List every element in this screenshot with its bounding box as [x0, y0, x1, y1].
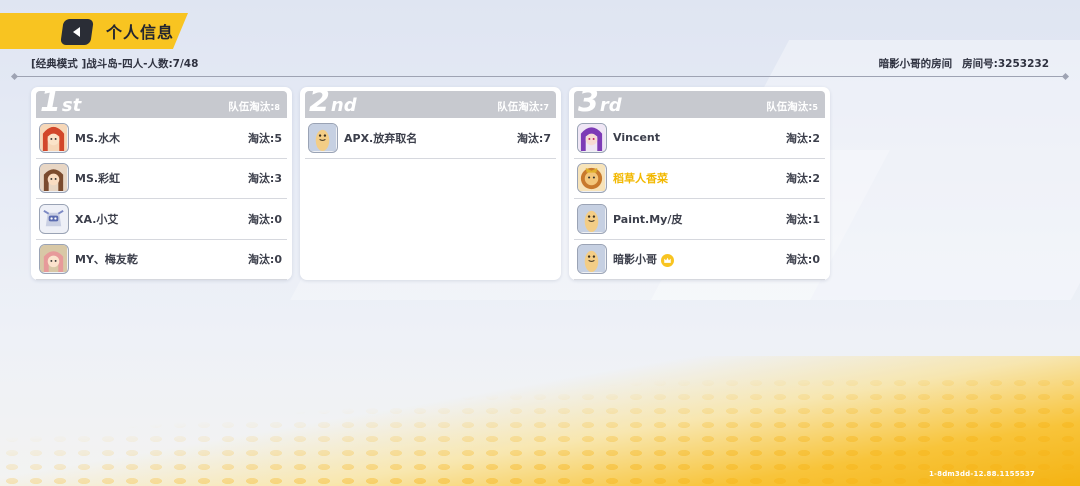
rank-number: 1 [40, 91, 61, 118]
player-eliminations: 淘汰:0 [247, 253, 282, 267]
player-row[interactable]: MS.水木 淘汰:5 [36, 118, 287, 159]
player-name: Paint.My/皮 [613, 212, 683, 226]
player-list: APX.放弃取名 淘汰:7 [305, 118, 556, 159]
team-eliminations: 队伍淘汰:5 [766, 99, 818, 114]
back-arrow-icon [73, 27, 80, 37]
player-eliminations: 淘汰:2 [785, 172, 820, 186]
team-eliminations-label: 队伍淘汰: [766, 101, 813, 113]
back-button[interactable] [60, 19, 94, 45]
team-card-3: 3rd 队伍淘汰:5 Vincent 淘汰:2 稻草人香菜 淘汰:2 Paint.My/皮淘… [569, 87, 830, 280]
room-number: 房间号:3253232 [962, 58, 1049, 70]
game-mode-info: [经典模式 ]战斗岛-四人-人数:7/48 [31, 58, 199, 70]
purplehair-avatar[interactable] [577, 122, 607, 153]
team-rank: 1st [40, 91, 81, 117]
lion-avatar[interactable] [577, 163, 607, 194]
team-rank: 2nd [309, 91, 357, 117]
team-eliminations-label: 队伍淘汰: [497, 101, 544, 113]
player-list: Vincent 淘汰:2 稻草人香菜 淘汰:2 Paint.My/皮 淘汰:1 暗影小哥 淘汰… [574, 118, 825, 280]
player-row[interactable]: Vincent 淘汰:2 [574, 118, 825, 159]
robot-avatar[interactable] [39, 203, 69, 234]
player-row[interactable]: 稻草人香菜 淘汰:2 [574, 159, 825, 199]
default-bean-avatar[interactable] [308, 122, 338, 153]
player-name: 稻草人香菜 [613, 172, 668, 186]
player-row[interactable]: MS.彩虹 淘汰:3 [36, 159, 287, 199]
player-name: XA.小艾 [75, 212, 119, 226]
player-name: MY、梅友乾 [75, 253, 138, 267]
player-name: MS.水木 [75, 131, 121, 145]
player-row[interactable]: 暗影小哥 淘汰:0 [574, 240, 825, 280]
rank-suffix: rd [599, 95, 622, 116]
team-header: 3rd 队伍淘汰:5 [574, 91, 825, 118]
divider [14, 76, 1066, 77]
player-list: MS.水木 淘汰:5 MS.彩虹 淘汰:3 XA.小艾 淘汰:0 MY、梅友乾 淘汰:0 [36, 118, 287, 280]
team-header: 1st 队伍淘汰:8 [36, 91, 287, 118]
team-eliminations-value: 5 [812, 103, 818, 112]
team-eliminations: 队伍淘汰:8 [228, 99, 280, 114]
player-row[interactable]: Paint.My/皮 淘汰:1 [574, 199, 825, 240]
rank-number: 3 [578, 91, 599, 118]
player-name: APX.放弃取名 [344, 131, 418, 145]
rank-number: 2 [309, 91, 330, 118]
team-eliminations: 队伍淘汰:7 [497, 99, 549, 114]
crown-badge-icon [661, 253, 674, 267]
team-card-1: 1st 队伍淘汰:8 MS.水木 淘汰:5 MS.彩虹 淘汰:3 XA.小艾 淘汰:0 MY、梅… [31, 87, 292, 280]
player-eliminations: 淘汰:0 [247, 212, 282, 226]
player-row[interactable]: MY、梅友乾 淘汰:0 [36, 240, 287, 280]
player-name: MS.彩虹 [75, 172, 121, 186]
team-eliminations-value: 7 [543, 103, 549, 112]
version-string: 1-8dm3dd-12.88.1155537 [928, 470, 1035, 478]
team-rank: 3rd [578, 91, 622, 117]
team-eliminations-label: 队伍淘汰: [228, 101, 275, 113]
team-eliminations-value: 8 [274, 103, 280, 112]
redhair-avatar[interactable] [39, 122, 69, 153]
team-card-2: 2nd 队伍淘汰:7 APX.放弃取名 淘汰:7 [300, 87, 561, 280]
pinkhair-avatar[interactable] [39, 244, 69, 275]
room-info: 暗影小哥的房间 房间号:3253232 [879, 56, 1049, 71]
default-bean-avatar[interactable] [577, 203, 607, 234]
rank-suffix: nd [330, 95, 357, 116]
player-name: Vincent [613, 131, 660, 145]
player-eliminations: 淘汰:5 [247, 131, 282, 145]
player-eliminations: 淘汰:3 [247, 172, 282, 186]
room-name: 暗影小哥的房间 [878, 58, 953, 70]
player-eliminations: 淘汰:2 [785, 131, 820, 145]
player-row[interactable]: XA.小艾 淘汰:0 [36, 199, 287, 240]
rank-suffix: st [61, 95, 82, 116]
player-eliminations: 淘汰:0 [785, 253, 820, 267]
player-eliminations: 淘汰:1 [785, 212, 820, 226]
default-bean-avatar[interactable] [577, 244, 607, 275]
team-header: 2nd 队伍淘汰:7 [305, 91, 556, 118]
brownhair-avatar[interactable] [39, 163, 69, 194]
player-name: 暗影小哥 [613, 251, 674, 267]
player-row[interactable]: APX.放弃取名 淘汰:7 [305, 118, 556, 159]
player-eliminations: 淘汰:7 [516, 131, 551, 145]
page-title: 个人信息 [106, 23, 175, 42]
